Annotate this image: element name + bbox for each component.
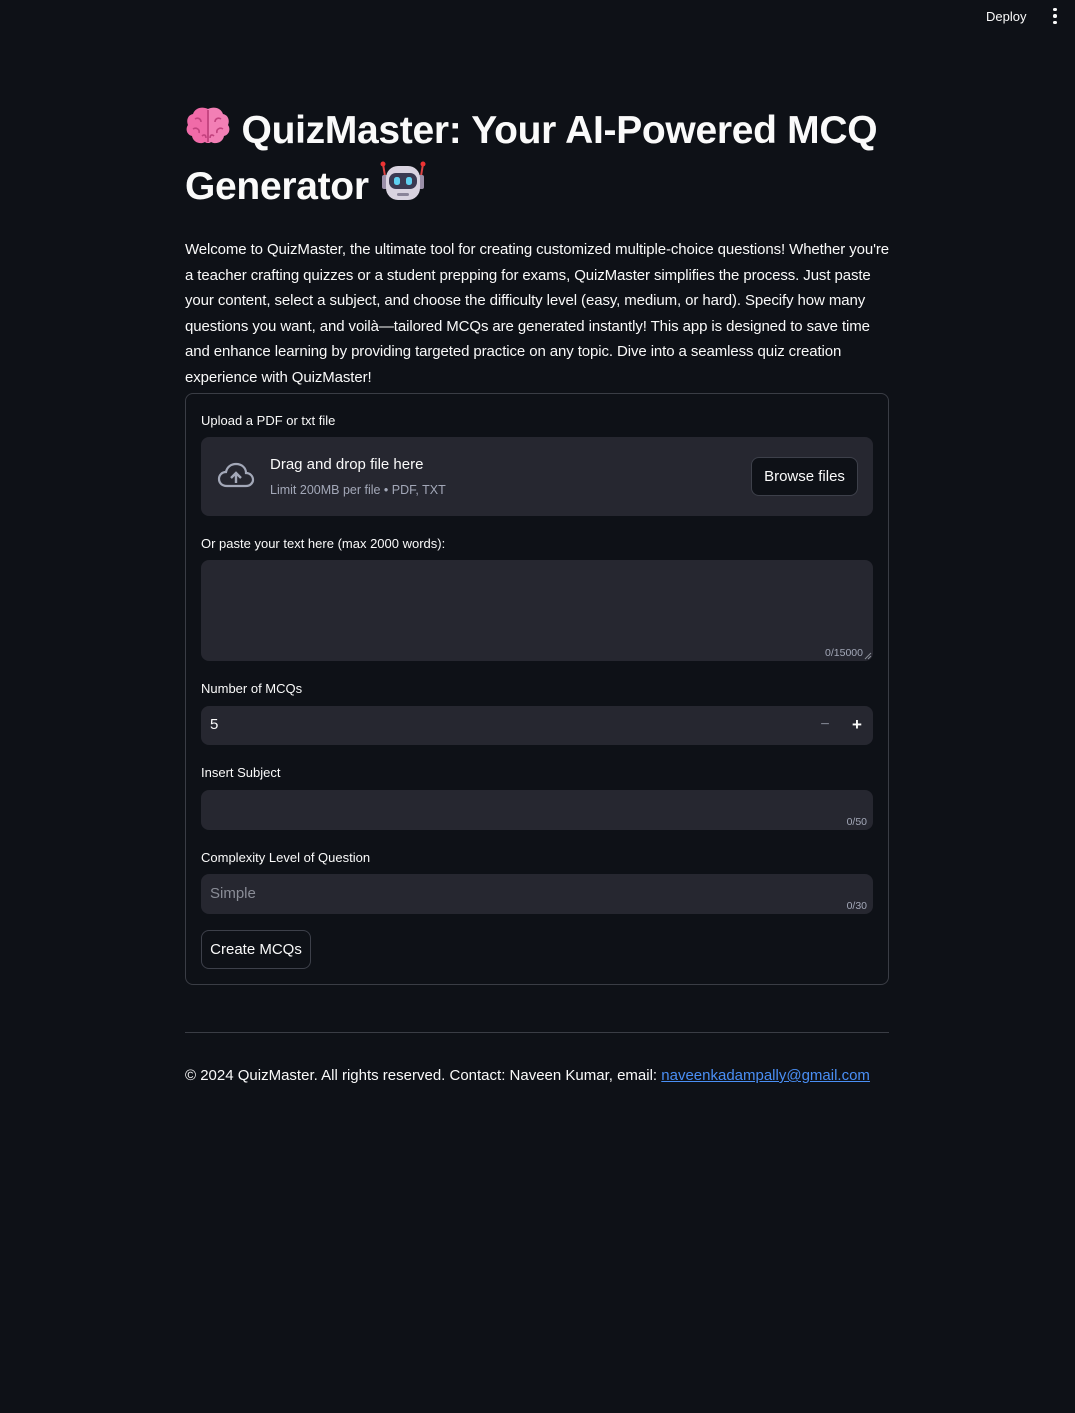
- complexity-label: Complexity Level of Question: [201, 850, 371, 865]
- num-mcqs-label: Number of MCQs: [201, 681, 303, 696]
- contact-email-link[interactable]: naveenkadampally@gmail.com: [661, 1067, 870, 1084]
- file-dropzone[interactable]: Drag and drop file here Limit 200MB per …: [201, 437, 873, 516]
- subject-char-counter: 0/50: [846, 816, 867, 828]
- main-content: QuizMaster: Your AI-Powered MCQ Generato…: [185, 105, 889, 1084]
- num-mcqs-input[interactable]: 5 − +: [201, 706, 873, 745]
- complexity-placeholder: Simple: [210, 885, 256, 902]
- paste-label: Or paste your text here (max 2000 words)…: [201, 536, 446, 551]
- decrement-button[interactable]: −: [809, 706, 841, 745]
- paste-text-area[interactable]: 0/15000: [201, 560, 873, 661]
- footer-divider: [185, 1032, 889, 1033]
- deploy-button[interactable]: Deploy: [976, 7, 1036, 26]
- intro-paragraph: Welcome to QuizMaster, the ultimate tool…: [185, 241, 889, 386]
- increment-button[interactable]: +: [841, 706, 873, 745]
- page-title: QuizMaster: Your AI-Powered MCQ Generato…: [185, 105, 889, 217]
- subject-label: Insert Subject: [201, 765, 281, 780]
- top-bar: Deploy: [0, 0, 1075, 32]
- dropzone-subtitle: Limit 200MB per file • PDF, TXT: [270, 483, 446, 497]
- robot-icon: [379, 160, 427, 217]
- title-text: QuizMaster: Your AI-Powered MCQ Generato…: [185, 108, 878, 208]
- resize-handle-icon[interactable]: [864, 652, 872, 660]
- browse-files-button[interactable]: Browse files: [751, 457, 858, 496]
- kebab-menu-icon[interactable]: [1046, 6, 1064, 26]
- paste-char-counter: 0/15000: [825, 647, 863, 659]
- mcq-form: Upload a PDF or txt file Drag and drop f…: [185, 393, 889, 985]
- num-mcqs-value[interactable]: 5: [210, 716, 218, 733]
- create-mcqs-button[interactable]: Create MCQs: [201, 930, 311, 969]
- cloud-upload-icon: [217, 462, 255, 488]
- brain-icon: [185, 105, 231, 160]
- upload-label: Upload a PDF or txt file: [201, 413, 336, 428]
- subject-input[interactable]: 0/50: [201, 790, 873, 830]
- footer-text: © 2024 QuizMaster. All rights reserved. …: [185, 1067, 662, 1084]
- dropzone-title: Drag and drop file here: [270, 456, 424, 473]
- footer: © 2024 QuizMaster. All rights reserved. …: [185, 1067, 870, 1084]
- complexity-char-counter: 0/30: [846, 900, 867, 912]
- complexity-input[interactable]: Simple 0/30: [201, 874, 873, 914]
